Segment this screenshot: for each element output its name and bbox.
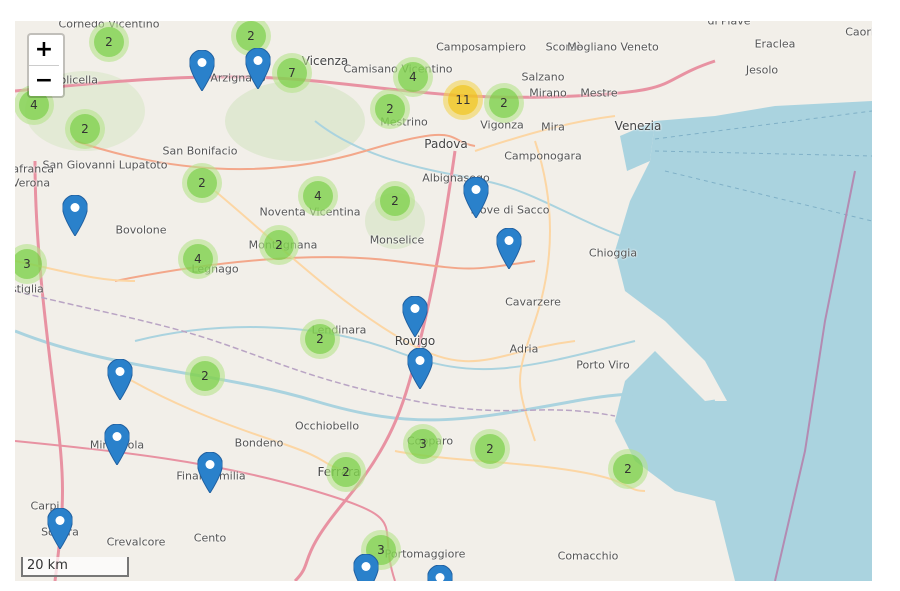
marker-cluster[interactable]: 2 [259, 225, 299, 265]
place-label: Ostiglia [15, 282, 44, 296]
cluster-count: 7 [277, 58, 307, 88]
zoom-out-button[interactable]: − [29, 66, 59, 96]
place-label: Camponogara [504, 149, 582, 163]
place-label: Venezia [614, 119, 662, 133]
map-view[interactable]: Cornedo VicentinoVicenzaCamisano Vicenti… [15, 21, 872, 581]
marker-cluster[interactable]: 2 [65, 109, 105, 149]
cluster-count: 2 [94, 27, 124, 57]
map-pin-icon[interactable] [244, 47, 272, 90]
place-label: Salzano [521, 70, 565, 84]
place-label: Mogliano Veneto [567, 40, 659, 54]
cluster-count: 4 [398, 62, 428, 92]
map-pin-icon[interactable] [46, 507, 74, 550]
cluster-count: 2 [264, 230, 294, 260]
map-pin-icon[interactable] [401, 295, 429, 338]
cluster-count: 3 [15, 249, 42, 279]
place-label: Monselice [369, 233, 425, 247]
marker-cluster[interactable]: 2 [375, 181, 415, 221]
place-label: Mestre [580, 86, 618, 100]
cluster-count: 2 [190, 361, 220, 391]
cluster-count: 2 [613, 454, 643, 484]
marker-cluster[interactable]: 4 [298, 176, 338, 216]
zoom-control: + − [27, 33, 65, 98]
place-label: Mira [541, 120, 565, 134]
map-pin-icon[interactable] [188, 49, 216, 92]
place-label: Verona [15, 176, 51, 190]
map-pin-icon[interactable] [196, 451, 224, 494]
marker-cluster[interactable]: 2 [300, 319, 340, 359]
place-label: Cento [193, 531, 227, 545]
marker-cluster[interactable]: 11 [443, 80, 483, 120]
cluster-count: 2 [375, 94, 405, 124]
cluster-count: 2 [489, 88, 519, 118]
place-label: Jesolo [745, 63, 779, 77]
place-label: Villafranca [15, 162, 55, 176]
cluster-count: 2 [331, 457, 361, 487]
marker-cluster[interactable]: 4 [178, 239, 218, 279]
marker-cluster[interactable]: 2 [370, 89, 410, 129]
cluster-count: 4 [183, 244, 213, 274]
cluster-count: 2 [380, 186, 410, 216]
cluster-count: 2 [70, 114, 100, 144]
place-label: Mirano [529, 86, 567, 100]
marker-cluster[interactable]: 2 [182, 163, 222, 203]
map-pin-icon[interactable] [426, 564, 454, 581]
marker-cluster[interactable]: 3 [403, 424, 443, 464]
place-label: Adria [509, 342, 539, 356]
place-label: Camposampiero [436, 40, 526, 54]
place-label: Bovolone [115, 223, 167, 237]
place-label: Comacchio [557, 549, 619, 563]
map-pin-icon[interactable] [406, 347, 434, 390]
place-label: San Giovanni Lupatoto [42, 158, 168, 172]
place-label: Caorle [845, 25, 872, 39]
map-pin-icon[interactable] [61, 194, 89, 237]
zoom-in-button[interactable]: + [29, 35, 59, 66]
place-label: Chioggia [588, 246, 638, 260]
place-label: San Bonifacio [162, 144, 238, 158]
marker-cluster[interactable]: 2 [326, 452, 366, 492]
marker-cluster[interactable]: 2 [484, 83, 524, 123]
map-pin-icon[interactable] [106, 358, 134, 401]
place-label: Occhiobello [294, 419, 360, 433]
cluster-count: 2 [187, 168, 217, 198]
place-label: di Piave [707, 21, 751, 28]
marker-cluster[interactable]: 2 [89, 22, 129, 62]
cluster-count: 11 [448, 85, 478, 115]
cluster-count: 3 [408, 429, 438, 459]
map-pin-icon[interactable] [462, 176, 490, 219]
place-label: Crevalcore [106, 535, 166, 549]
place-label: Cavarzere [505, 295, 561, 309]
map-pin-icon[interactable] [103, 423, 131, 466]
marker-cluster[interactable]: 2 [608, 449, 648, 489]
place-label: Porto Viro [576, 358, 630, 372]
place-label: Padova [424, 137, 468, 151]
marker-cluster[interactable]: 2 [470, 429, 510, 469]
scale-bar: 20 km [21, 557, 129, 577]
cluster-count: 2 [305, 324, 335, 354]
map-pin-icon[interactable] [495, 227, 523, 270]
cluster-count: 2 [475, 434, 505, 464]
marker-cluster[interactable]: 7 [272, 53, 312, 93]
place-label: Bondeno [234, 436, 284, 450]
cluster-count: 4 [303, 181, 333, 211]
marker-cluster[interactable]: 2 [185, 356, 225, 396]
map-pin-icon[interactable] [352, 553, 380, 581]
place-label: Eraclea [754, 37, 796, 51]
cluster-count: 2 [236, 21, 266, 51]
